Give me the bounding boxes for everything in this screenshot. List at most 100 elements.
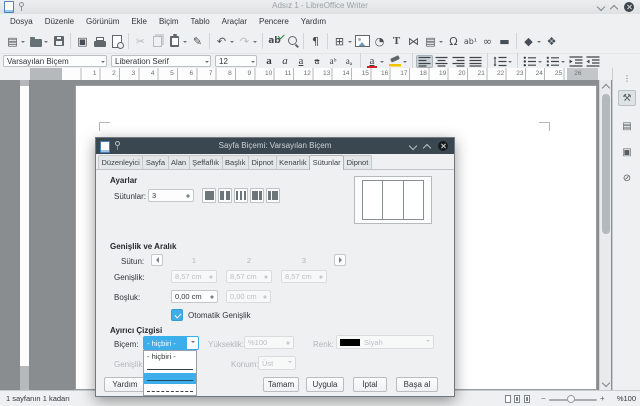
line-spacing-dropdown-icon[interactable]: [508, 61, 512, 65]
window-titlebar[interactable]: Adsız 1 - LibreOffice Writer: [0, 0, 640, 15]
autowidth-checkbox[interactable]: [171, 309, 183, 321]
close-button[interactable]: [624, 2, 634, 12]
menu-gorunum[interactable]: Görünüm: [80, 17, 125, 26]
basic-shapes-dropdown-icon[interactable]: [537, 41, 541, 45]
menu-pencere[interactable]: Pencere: [253, 17, 295, 26]
bullet-list-dropdown-icon[interactable]: [538, 61, 542, 65]
vertical-ruler[interactable]: [20, 80, 29, 390]
menu-ekle[interactable]: Ekle: [125, 17, 153, 26]
insert-comment-icon[interactable]: ▬: [496, 32, 513, 50]
paste-icon[interactable]: [166, 32, 183, 50]
reset-button[interactable]: Başa al: [396, 377, 438, 392]
help-button[interactable]: Yardım: [104, 377, 146, 392]
cancel-button[interactable]: İptal: [353, 377, 387, 392]
spin-down-icon[interactable]: [186, 196, 190, 200]
font-color-icon[interactable]: a: [364, 55, 380, 68]
cut-icon[interactable]: ✂: [132, 32, 149, 50]
zoom-level[interactable]: %100: [617, 394, 636, 403]
tab-dipnot[interactable]: Dipnot: [248, 155, 277, 169]
insert-field-dropdown-icon[interactable]: [439, 41, 443, 45]
tab-duzenleyici[interactable]: Düzenleyici: [98, 155, 143, 169]
redo-dropdown-icon[interactable]: [253, 41, 257, 45]
scroll-down-icon[interactable]: [602, 379, 610, 387]
numbered-list-dropdown-icon[interactable]: [561, 61, 565, 65]
multi-page-view-icon[interactable]: [514, 395, 520, 403]
align-right-icon[interactable]: [450, 55, 467, 68]
insert-table-dropdown-icon[interactable]: [348, 41, 352, 45]
page-break-icon[interactable]: ⋈: [405, 32, 422, 50]
tab-seffaflik[interactable]: Şeffaflık: [189, 155, 223, 169]
apply-button[interactable]: Uygula: [306, 377, 344, 392]
tab-baslik[interactable]: Başlık: [222, 155, 249, 169]
subscript-icon[interactable]: aₐ: [341, 55, 357, 68]
hyperlink-icon[interactable]: ∞: [479, 32, 496, 50]
menu-bicim[interactable]: Biçim: [153, 17, 185, 26]
gallery-icon[interactable]: ❖: [543, 32, 560, 50]
insert-chart-icon[interactable]: ◔: [371, 32, 388, 50]
properties-deck-icon[interactable]: ⚒: [618, 90, 636, 106]
open-document-dropdown-icon[interactable]: [44, 41, 48, 45]
line-style-option-solid[interactable]: [144, 362, 196, 373]
insert-table-icon[interactable]: ⊞: [331, 32, 348, 50]
superscript-icon[interactable]: aᵇ: [325, 55, 341, 68]
dialog-titlebar[interactable]: Sayfa Biçemi: Varsayılan Biçem: [96, 138, 454, 154]
line-style-option-none[interactable]: - hiçbiri -: [144, 351, 196, 362]
special-character-icon[interactable]: Ω: [445, 32, 462, 50]
strikethrough-icon[interactable]: a: [309, 55, 325, 68]
paste-dropdown-icon[interactable]: [183, 41, 187, 45]
line-height-spinbox[interactable]: %100: [244, 336, 294, 349]
preset-two-columns[interactable]: [218, 188, 232, 203]
line-style-option-dashed[interactable]: [144, 384, 196, 395]
line-spacing-icon[interactable]: [491, 55, 508, 68]
preset-one-column[interactable]: [202, 188, 216, 203]
new-document-dropdown-icon[interactable]: [21, 41, 25, 45]
spacing-spinbox-2[interactable]: 0,00 cm: [226, 290, 271, 303]
preset-three-columns[interactable]: [234, 188, 248, 203]
ok-button[interactable]: Tamam: [263, 377, 299, 392]
increase-indent-icon[interactable]: [567, 55, 584, 68]
highlight-color-icon[interactable]: [386, 55, 403, 68]
insert-field-icon[interactable]: ▤: [422, 32, 439, 50]
print-icon[interactable]: [91, 32, 108, 50]
menu-dosya[interactable]: Dosya: [4, 17, 39, 26]
navigator-deck-icon[interactable]: ⊘: [618, 170, 636, 186]
tab-dipnot-2[interactable]: Dipnot: [343, 155, 372, 169]
highlight-color-dropdown-icon[interactable]: [403, 61, 407, 65]
sidebar-settings-icon[interactable]: ⋮: [618, 70, 636, 86]
spelling-icon[interactable]: ab: [266, 32, 283, 50]
menu-duzenle[interactable]: Düzenle: [39, 17, 80, 26]
line-position-combobox[interactable]: Üst: [258, 356, 296, 370]
print-preview-icon[interactable]: [108, 32, 125, 50]
zoom-slider-knob[interactable]: [567, 395, 575, 403]
italic-icon[interactable]: a: [277, 55, 293, 68]
paragraph-style-combo[interactable]: Varsayılan Biçem: [3, 55, 107, 67]
font-size-combo[interactable]: 12: [215, 55, 257, 67]
new-document-icon[interactable]: ▤: [4, 32, 21, 50]
dialog-close-button[interactable]: [438, 141, 448, 151]
width-spinbox-1[interactable]: 8,57 cm: [171, 270, 217, 283]
save-icon[interactable]: [50, 32, 67, 50]
zoom-out-icon[interactable]: −: [541, 394, 546, 403]
horizontal-ruler[interactable]: 1234567891011121314151617181920212223242…: [30, 68, 598, 80]
line-style-combobox[interactable]: - hiçbiri -: [143, 336, 199, 350]
line-color-combobox[interactable]: Siyah: [336, 335, 434, 349]
align-justify-icon[interactable]: [467, 55, 484, 68]
tab-sayfa[interactable]: Sayfa: [142, 155, 168, 169]
redo-icon[interactable]: ↷: [236, 32, 253, 50]
menu-araclar[interactable]: Araçlar: [216, 17, 253, 26]
line-style-option-solid-selected[interactable]: [144, 373, 196, 384]
menu-yardim[interactable]: Yardım: [295, 17, 332, 26]
spin-down-icon[interactable]: [210, 297, 214, 301]
font-name-combo[interactable]: Liberation Serif: [111, 55, 211, 67]
decrease-indent-icon[interactable]: [584, 55, 601, 68]
bold-icon[interactable]: a: [261, 55, 277, 68]
scroll-columns-left-button[interactable]: [151, 254, 163, 266]
book-view-icon[interactable]: [524, 395, 530, 403]
columns-spinbox[interactable]: 3: [148, 189, 194, 202]
scrollbar-thumb[interactable]: [602, 94, 610, 234]
zoom-in-icon[interactable]: +: [600, 394, 605, 403]
underline-icon[interactable]: a: [293, 55, 309, 68]
menu-tablo[interactable]: Tablo: [185, 17, 216, 26]
bullet-list-icon[interactable]: [521, 55, 538, 68]
align-center-icon[interactable]: [433, 55, 450, 68]
